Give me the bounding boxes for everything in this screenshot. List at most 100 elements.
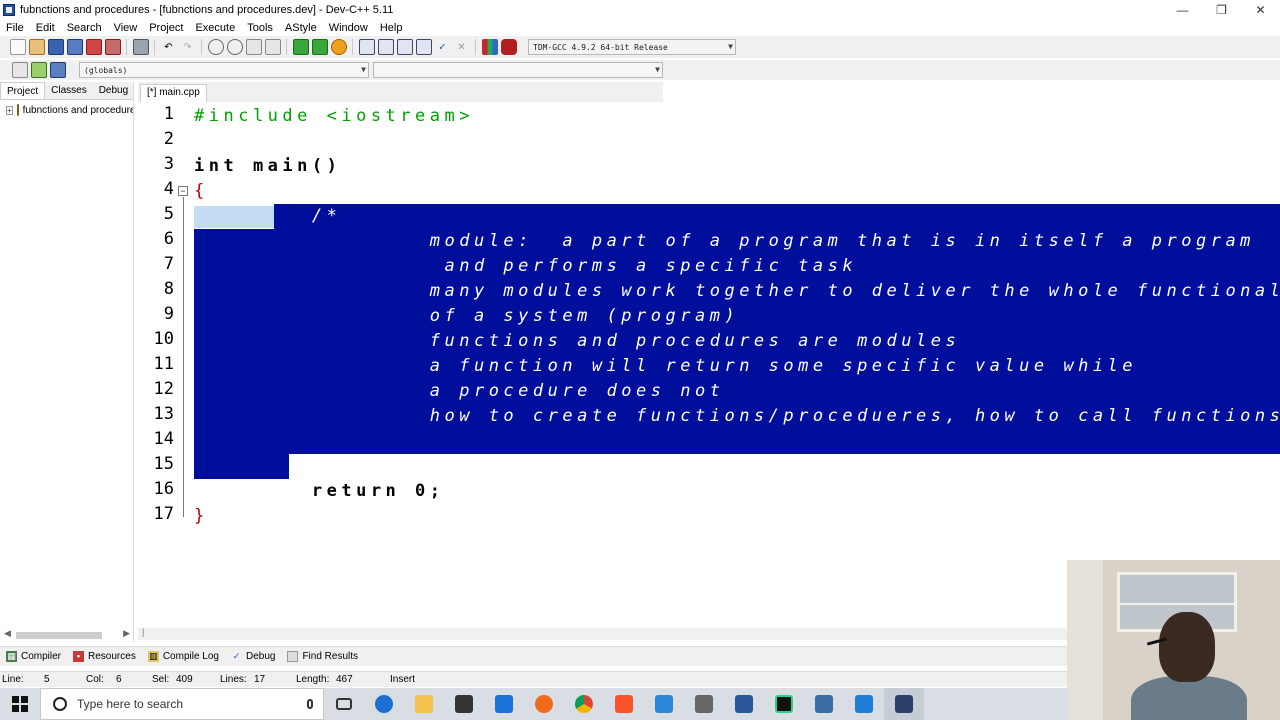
syntax-check-icon[interactable]: ✓: [435, 39, 451, 55]
project-tree-item[interactable]: + fubnctions and procedures: [0, 100, 133, 116]
taskbar-devcpp[interactable]: [884, 688, 924, 720]
save-all-icon[interactable]: [66, 39, 83, 55]
line-number-gutter: 1 2 3 4 5 6 7 8 9 10 11 12 13 14 15 16 1…: [138, 104, 194, 628]
print-icon[interactable]: [132, 39, 149, 55]
taskbar-search-placeholder: Type here to search: [77, 697, 184, 711]
microphone-icon[interactable]: [307, 699, 313, 709]
taskbar-search[interactable]: Type here to search: [40, 688, 324, 720]
menu-file[interactable]: File: [0, 22, 30, 34]
menu-search[interactable]: Search: [61, 22, 108, 34]
maximize-button[interactable]: ❐: [1202, 0, 1241, 20]
code-line: how to create functions/procedueres, how…: [429, 406, 1280, 426]
menu-project[interactable]: Project: [143, 22, 189, 34]
taskbar-pycharm[interactable]: [764, 688, 804, 720]
tab-compile-log[interactable]: ▥ Compile Log: [142, 651, 225, 662]
class-toolbar: (globals) ▼ ▼: [0, 60, 1280, 80]
taskbar-app-tools[interactable]: [684, 688, 724, 720]
profile-icon[interactable]: [481, 39, 498, 55]
replace-icon[interactable]: [226, 39, 243, 55]
minimize-button[interactable]: —: [1163, 0, 1202, 20]
rebuild-icon[interactable]: [415, 39, 432, 55]
menu-edit[interactable]: Edit: [30, 22, 61, 34]
scroll-right-icon[interactable]: ▶: [123, 628, 130, 639]
tab-debug-bottom[interactable]: ✓ Debug: [225, 651, 281, 662]
code-line: a procedure does not: [194, 381, 725, 401]
line-number: 12: [153, 379, 174, 399]
project-panel-tabs: Project Classes Debug: [0, 82, 133, 100]
taskbar-app-media[interactable]: [844, 688, 884, 720]
project-panel-scrollbar[interactable]: ◀ ▶: [4, 628, 130, 640]
editor-scrollbar[interactable]: |: [138, 627, 1068, 640]
project-options-icon[interactable]: [330, 39, 347, 55]
tab-main-cpp[interactable]: [*] main.cpp: [140, 84, 207, 102]
compiler-select[interactable]: TDM-GCC 4.9.2 64-bit Release ▼: [528, 39, 736, 55]
tab-resources[interactable]: ▪ Resources: [67, 651, 142, 662]
taskbar-firefox[interactable]: [524, 688, 564, 720]
indent-icon[interactable]: [264, 39, 281, 55]
compile-run-icon[interactable]: [396, 39, 413, 55]
taskbar-app-network[interactable]: [804, 688, 844, 720]
firefox-icon: [535, 695, 553, 713]
open-project-icon[interactable]: [28, 39, 45, 55]
taskbar-chrome[interactable]: [564, 688, 604, 720]
taskbar-file-explorer[interactable]: [404, 688, 444, 720]
code-editor[interactable]: 1 2 3 4 5 6 7 8 9 10 11 12 13 14 15 16 1…: [138, 104, 1280, 628]
taskbar-store[interactable]: [444, 688, 484, 720]
expand-icon[interactable]: +: [6, 105, 13, 115]
insert-icon[interactable]: [11, 62, 28, 78]
taskbar-mail[interactable]: [484, 688, 524, 720]
goto-bookmark-icon[interactable]: [49, 62, 66, 78]
line-number: 5: [163, 204, 174, 224]
scroll-left-icon[interactable]: ◀: [4, 628, 11, 639]
code-line: }: [194, 506, 209, 526]
close-all-icon[interactable]: [104, 39, 121, 55]
goto-line-icon[interactable]: [245, 39, 262, 55]
remove-from-project-icon[interactable]: [311, 39, 328, 55]
tab-classes[interactable]: Classes: [45, 82, 93, 99]
add-to-project-icon[interactable]: [292, 39, 309, 55]
fold-collapse-icon[interactable]: −: [178, 186, 188, 196]
menu-view[interactable]: View: [108, 22, 144, 34]
taskbar-brave[interactable]: [604, 688, 644, 720]
save-icon[interactable]: [47, 39, 64, 55]
start-button[interactable]: [0, 688, 40, 720]
undo-icon[interactable]: ↶: [161, 39, 177, 55]
scope-select[interactable]: (globals) ▼: [79, 62, 369, 78]
line-number: 15: [153, 454, 174, 474]
member-select[interactable]: ▼: [373, 62, 663, 78]
toggle-bookmark-icon[interactable]: [30, 62, 47, 78]
find-icon[interactable]: [207, 39, 224, 55]
debug-icon[interactable]: [500, 39, 517, 55]
selection-highlight: [274, 204, 1280, 229]
toolbar-separator: [475, 39, 476, 55]
code-line: and performs a specific task: [194, 256, 858, 276]
new-file-icon[interactable]: [9, 39, 26, 55]
stop-execution-icon[interactable]: ✕: [454, 39, 470, 55]
devcpp-app-icon: [3, 4, 15, 16]
task-view-button[interactable]: [324, 688, 364, 720]
compile-icon[interactable]: [358, 39, 375, 55]
taskbar-edge[interactable]: [364, 688, 404, 720]
code-area[interactable]: #include <iostream> int main() { /* modu…: [194, 104, 1280, 628]
chevron-down-icon: ▼: [728, 42, 733, 51]
menu-help[interactable]: Help: [374, 22, 409, 34]
tab-project[interactable]: Project: [0, 82, 46, 99]
menu-astyle[interactable]: AStyle: [279, 22, 323, 34]
run-icon[interactable]: [377, 39, 394, 55]
menu-execute[interactable]: Execute: [189, 22, 241, 34]
redo-icon[interactable]: ↷: [180, 39, 196, 55]
scrollbar-thumb[interactable]: [16, 632, 102, 639]
code-line: #include <iostream>: [194, 106, 474, 126]
menu-window[interactable]: Window: [323, 22, 374, 34]
tab-compiler[interactable]: ▦ Compiler: [0, 651, 67, 662]
taskbar-word[interactable]: [724, 688, 764, 720]
menu-tools[interactable]: Tools: [241, 22, 279, 34]
scroll-left-icon[interactable]: |: [142, 627, 144, 637]
status-bar: Line: 5 Col: 6 Sel: 409 Lines: 17 Length…: [0, 671, 1070, 687]
close-button[interactable]: ✕: [1241, 0, 1280, 20]
tab-debug[interactable]: Debug: [93, 82, 134, 99]
chrome-icon: [575, 695, 593, 713]
taskbar-app-blue[interactable]: [644, 688, 684, 720]
close-file-icon[interactable]: [85, 39, 102, 55]
tab-find-results[interactable]: Find Results: [281, 651, 364, 662]
